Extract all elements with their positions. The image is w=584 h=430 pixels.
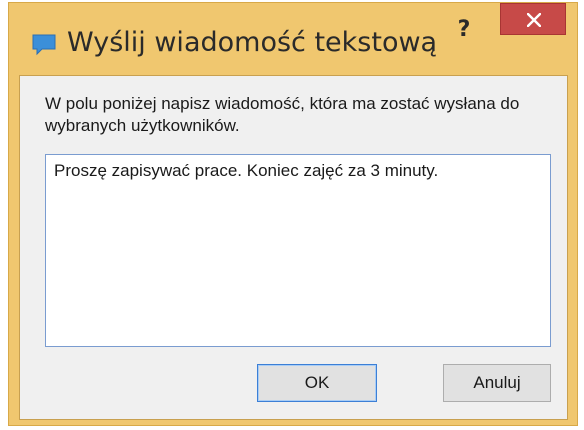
send-message-dialog: Wyślij wiadomość tekstową ? W polu poniż… — [8, 2, 578, 426]
instruction-text: W polu poniżej napisz wiadomość, która m… — [45, 94, 520, 135]
speech-bubble-icon — [31, 32, 57, 58]
title-bar[interactable]: Wyślij wiadomość tekstową ? — [9, 3, 577, 85]
dialog-client-area: W polu poniżej napisz wiadomość, która m… — [19, 75, 568, 420]
ok-button[interactable]: OK — [257, 364, 377, 402]
cancel-button[interactable]: Anuluj — [443, 364, 551, 402]
message-textarea[interactable]: Proszę zapisywać prace. Koniec zajęć za … — [45, 154, 551, 347]
help-button[interactable]: ? — [449, 15, 479, 45]
close-button[interactable] — [500, 3, 566, 35]
window-title: Wyślij wiadomość tekstową — [67, 27, 438, 58]
close-icon — [527, 13, 541, 27]
